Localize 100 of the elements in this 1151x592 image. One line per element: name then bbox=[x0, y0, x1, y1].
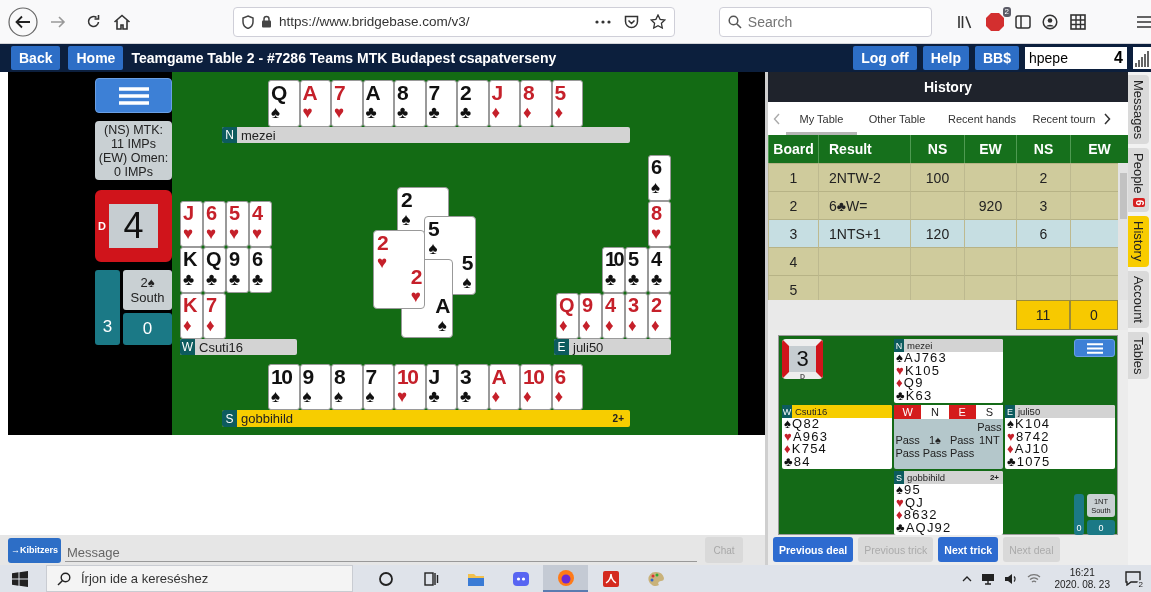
adblock-icon[interactable] bbox=[985, 11, 1005, 32]
playing-card: 3 ♦ bbox=[625, 293, 648, 339]
home-icon[interactable] bbox=[113, 13, 131, 30]
trick-count: 3 bbox=[95, 270, 120, 345]
card-line: ♦8632 bbox=[895, 509, 939, 522]
playing-card: A ♥ bbox=[299, 80, 331, 127]
grid-icon[interactable] bbox=[1070, 13, 1086, 30]
card-line: ♠95 bbox=[895, 484, 921, 497]
playing-card: 8 ♣ bbox=[394, 80, 426, 127]
card-line: ♠Q82 bbox=[783, 418, 821, 431]
reload-icon[interactable] bbox=[86, 14, 101, 29]
more-icon[interactable] bbox=[594, 19, 611, 24]
side-tab[interactable]: Messages bbox=[1128, 75, 1149, 145]
search-placeholder: Search bbox=[747, 13, 793, 30]
side-tab[interactable]: People 6 bbox=[1128, 148, 1149, 213]
card-index: 5 ♠ bbox=[461, 252, 472, 292]
menu-button[interactable] bbox=[1074, 339, 1115, 357]
shield-icon bbox=[242, 14, 254, 29]
player-name: Csuti16 bbox=[199, 339, 244, 355]
playing-card: 3 ♣ bbox=[457, 364, 489, 410]
library-icon[interactable] bbox=[957, 14, 973, 29]
playing-card: 5 ♣ bbox=[625, 247, 648, 293]
tab[interactable]: Recent tourn bbox=[1027, 102, 1101, 135]
card-index: 2 ♥ bbox=[410, 266, 421, 306]
chevron-right-icon[interactable] bbox=[1103, 112, 1111, 125]
column-header: Board bbox=[768, 135, 818, 163]
search-field[interactable]: Írjon ide a kereséshez bbox=[46, 565, 353, 592]
card-line: ♣K63 bbox=[895, 389, 934, 403]
tab[interactable]: Other Table bbox=[857, 102, 937, 135]
username-field[interactable]: hpepe 4 bbox=[1025, 47, 1127, 69]
kibitzers-button[interactable]: →Kibitzers bbox=[8, 537, 61, 563]
table-row[interactable]: 5 bbox=[768, 275, 1118, 300]
message-field[interactable]: Message bbox=[65, 538, 697, 562]
score-line: (NS) MTK: bbox=[104, 122, 163, 137]
table-cell: 4 bbox=[768, 247, 818, 275]
playing-card: 6 ♥ bbox=[203, 201, 226, 247]
table-row[interactable]: 1 2NTW-2 100 2 bbox=[768, 163, 1118, 191]
trick-count: 0 bbox=[1074, 494, 1084, 535]
playing-card: 6 ♣ bbox=[249, 247, 272, 293]
chevron-up-icon[interactable] bbox=[962, 575, 973, 582]
network-icon[interactable] bbox=[981, 572, 996, 585]
seat-badge: E bbox=[554, 339, 569, 355]
menu-icon[interactable] bbox=[1137, 15, 1151, 28]
windows-icon[interactable] bbox=[12, 570, 28, 587]
side-tab[interactable]: Account bbox=[1128, 270, 1149, 328]
pocket-icon[interactable] bbox=[623, 14, 639, 29]
table-cell: 3 bbox=[768, 219, 818, 247]
back-icon[interactable] bbox=[8, 6, 38, 37]
board-number: 3 bbox=[796, 346, 809, 372]
star-icon[interactable] bbox=[649, 14, 666, 29]
card-line: ♥QJ bbox=[895, 496, 925, 510]
seat-badge: S bbox=[894, 471, 904, 484]
table-row[interactable]: 4 bbox=[768, 247, 1118, 275]
table-row[interactable]: 3 1NTS+1 120 6 bbox=[768, 219, 1118, 247]
declarer-label: South bbox=[130, 290, 165, 305]
table-cell: 100 bbox=[910, 163, 964, 191]
forward-icon[interactable] bbox=[50, 14, 66, 29]
panel-title: History bbox=[768, 72, 1128, 102]
nav-button[interactable]: Previous deal bbox=[773, 537, 854, 562]
wifi-icon[interactable] bbox=[1027, 572, 1042, 585]
player-name: juli50 bbox=[573, 339, 604, 355]
table-cell: 1NTS+1 bbox=[818, 219, 910, 247]
search-placeholder: Írjon ide a kereséshez bbox=[81, 571, 209, 586]
volume-icon[interactable] bbox=[1004, 572, 1019, 585]
playing-card: 7 ♣ bbox=[425, 80, 457, 127]
playing-card: 6 ♦ bbox=[551, 364, 583, 410]
playing-card: 5 ♥ bbox=[226, 201, 249, 247]
header-button[interactable]: BB$ bbox=[975, 46, 1019, 70]
table-cell: 1 bbox=[768, 163, 818, 191]
player-name: gobbihild bbox=[241, 411, 294, 426]
address-bar[interactable]: https://www.bridgebase.com/v3/ bbox=[233, 6, 675, 37]
playing-card: 2 ♣ bbox=[457, 80, 489, 127]
sidebar-icon[interactable] bbox=[1015, 14, 1031, 29]
card-line: ♣1075 bbox=[1006, 455, 1052, 469]
board-number: 4 bbox=[123, 205, 144, 247]
header-button[interactable]: Help bbox=[922, 46, 969, 70]
table-row[interactable]: 2 6♣W= 920 3 bbox=[768, 191, 1118, 219]
tab[interactable]: Recent hands bbox=[937, 102, 1027, 135]
card-index: A ♠ bbox=[435, 295, 449, 335]
search-field[interactable]: Search bbox=[718, 6, 932, 37]
header-button[interactable]: Log off bbox=[853, 46, 917, 70]
notification-icon[interactable] bbox=[1125, 571, 1141, 586]
nav-button[interactable]: Home bbox=[68, 46, 124, 70]
scrollbar[interactable] bbox=[1118, 163, 1128, 300]
nav-button[interactable]: Back bbox=[11, 46, 61, 70]
side-tab[interactable]: History bbox=[1128, 216, 1149, 267]
menu-button[interactable] bbox=[95, 78, 172, 113]
side-tab[interactable]: Tables bbox=[1128, 331, 1149, 380]
search-icon bbox=[727, 14, 742, 29]
score-line: 0 IMPs bbox=[114, 164, 153, 179]
bid-call: Pass bbox=[948, 434, 976, 446]
playing-card: 2 ♦ bbox=[648, 293, 671, 339]
playing-card: A ♣ bbox=[362, 80, 394, 127]
playing-card: 8 ♥ bbox=[648, 201, 671, 247]
seat-badge: W bbox=[782, 405, 792, 418]
playing-card: J ♣ bbox=[425, 364, 457, 410]
nav-button[interactable]: Next trick bbox=[938, 537, 999, 562]
playing-card: 9 ♣ bbox=[226, 247, 249, 293]
playing-card: 4 ♥ bbox=[249, 201, 272, 247]
account-icon[interactable] bbox=[1042, 13, 1058, 30]
